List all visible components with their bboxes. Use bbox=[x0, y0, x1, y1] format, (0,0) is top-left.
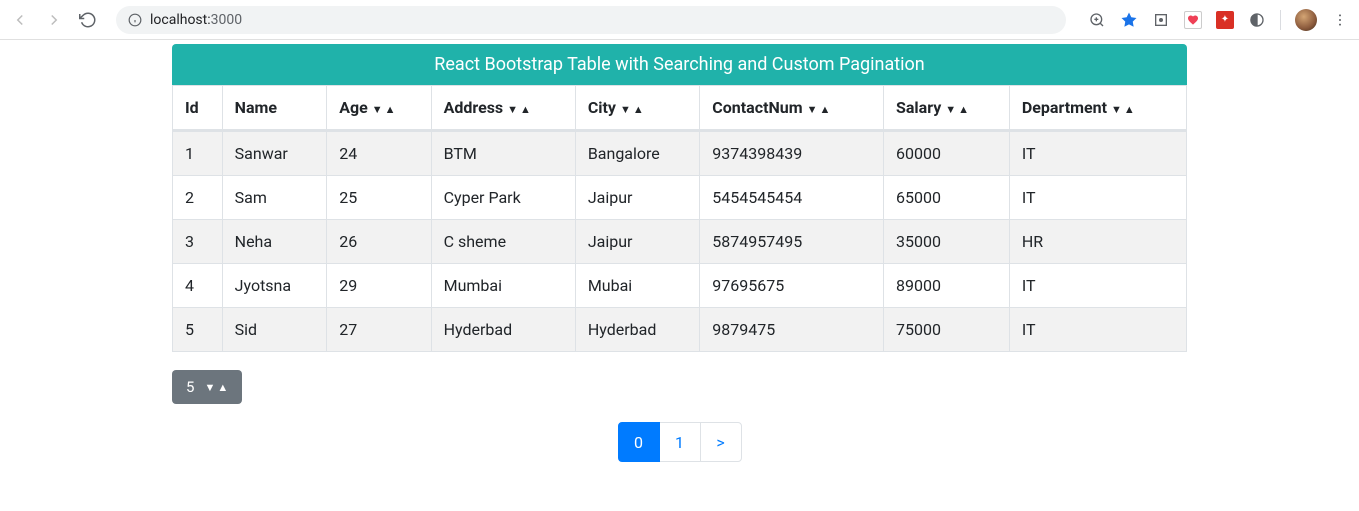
column-label: Salary bbox=[896, 98, 941, 117]
column-header-id: Id bbox=[173, 86, 223, 131]
cell-age: 27 bbox=[327, 308, 431, 352]
cell-id: 4 bbox=[173, 264, 223, 308]
table-row: 2Sam25Cyper ParkJaipur545454545465000IT bbox=[173, 176, 1187, 220]
column-label: Id bbox=[185, 98, 199, 117]
cell-dept: IT bbox=[1009, 176, 1186, 220]
cell-id: 5 bbox=[173, 308, 223, 352]
sort-arrows-icon: ▼▲ bbox=[620, 103, 644, 116]
cell-city: Jaipur bbox=[575, 220, 699, 264]
cell-salary: 65000 bbox=[884, 176, 1010, 220]
cell-dept: IT bbox=[1009, 131, 1186, 176]
column-header-age[interactable]: Age ▼▲ bbox=[327, 86, 431, 131]
cell-age: 25 bbox=[327, 176, 431, 220]
table-row: 5Sid27HyderbadHyderbad987947575000IT bbox=[173, 308, 1187, 352]
sort-arrows-icon: ▼▲ bbox=[372, 103, 396, 116]
toolbar-right: ✦ bbox=[1088, 9, 1349, 31]
column-label: Age bbox=[339, 98, 368, 117]
page-button-0[interactable]: 0 bbox=[618, 422, 660, 462]
sort-arrows-icon: ▼▲ bbox=[945, 103, 969, 116]
cell-address: Mumbai bbox=[431, 264, 575, 308]
cell-address: Cyper Park bbox=[431, 176, 575, 220]
column-header-department[interactable]: Department ▼▲ bbox=[1009, 86, 1186, 131]
cell-dept: IT bbox=[1009, 308, 1186, 352]
column-label: Address bbox=[444, 98, 504, 117]
cell-address: BTM bbox=[431, 131, 575, 176]
forward-button[interactable] bbox=[44, 10, 64, 30]
extension-moon-icon[interactable] bbox=[1248, 11, 1266, 29]
cell-name: Sid bbox=[222, 308, 327, 352]
column-label: ContactNum bbox=[712, 98, 802, 117]
cell-contact: 97695675 bbox=[700, 264, 884, 308]
extension-adblock-icon[interactable]: ✦ bbox=[1216, 11, 1234, 29]
cell-age: 26 bbox=[327, 220, 431, 264]
sort-arrows-icon: ▼▲ bbox=[807, 103, 831, 116]
cell-salary: 35000 bbox=[884, 220, 1010, 264]
info-icon bbox=[128, 13, 142, 27]
cell-city: Mubai bbox=[575, 264, 699, 308]
column-label: Name bbox=[235, 98, 277, 117]
cell-name: Neha bbox=[222, 220, 327, 264]
sort-arrows-icon: ▼▲ bbox=[1111, 103, 1135, 116]
cell-salary: 75000 bbox=[884, 308, 1010, 352]
cell-id: 3 bbox=[173, 220, 223, 264]
column-header-name: Name bbox=[222, 86, 327, 131]
cell-address: C sheme bbox=[431, 220, 575, 264]
menu-dots-icon[interactable] bbox=[1331, 11, 1349, 29]
page-next-button[interactable]: > bbox=[700, 422, 742, 462]
cell-contact: 5874957495 bbox=[700, 220, 884, 264]
column-header-contactnum[interactable]: ContactNum ▼▲ bbox=[700, 86, 884, 131]
back-button[interactable] bbox=[10, 10, 30, 30]
table-row: 3Neha26C shemeJaipur587495749535000HR bbox=[173, 220, 1187, 264]
column-header-city[interactable]: City ▼▲ bbox=[575, 86, 699, 131]
zoom-icon[interactable] bbox=[1088, 11, 1106, 29]
cell-name: Jyotsna bbox=[222, 264, 327, 308]
pagination: 0 1 > bbox=[172, 422, 1187, 462]
cell-dept: HR bbox=[1009, 220, 1186, 264]
profile-avatar[interactable] bbox=[1295, 9, 1317, 31]
cell-salary: 89000 bbox=[884, 264, 1010, 308]
cell-contact: 5454545454 bbox=[700, 176, 884, 220]
page-title: React Bootstrap Table with Searching and… bbox=[172, 44, 1187, 85]
column-label: Department bbox=[1022, 98, 1107, 117]
browser-toolbar: localhost:3000 ✦ bbox=[0, 0, 1359, 40]
toolbar-divider bbox=[1280, 10, 1281, 30]
address-bar[interactable]: localhost:3000 bbox=[116, 6, 1066, 34]
page-size-dropdown[interactable]: 5 ▼▲ bbox=[172, 370, 242, 404]
reload-button[interactable] bbox=[78, 10, 98, 30]
cell-id: 2 bbox=[173, 176, 223, 220]
cell-age: 24 bbox=[327, 131, 431, 176]
table-row: 4Jyotsna29MumbaiMubai9769567589000IT bbox=[173, 264, 1187, 308]
cell-salary: 60000 bbox=[884, 131, 1010, 176]
page-size-value: 5 bbox=[186, 378, 194, 396]
cell-age: 29 bbox=[327, 264, 431, 308]
column-label: City bbox=[588, 98, 616, 117]
column-header-address[interactable]: Address▼▲ bbox=[431, 86, 575, 131]
cell-id: 1 bbox=[173, 131, 223, 176]
bookmark-star-icon[interactable] bbox=[1120, 11, 1138, 29]
sort-arrows-icon: ▼▲ bbox=[507, 103, 531, 116]
cell-contact: 9879475 bbox=[700, 308, 884, 352]
column-header-salary[interactable]: Salary ▼▲ bbox=[884, 86, 1010, 131]
extension-pocket-icon[interactable] bbox=[1184, 11, 1202, 29]
cell-dept: IT bbox=[1009, 264, 1186, 308]
cell-name: Sanwar bbox=[222, 131, 327, 176]
cell-city: Hyderbad bbox=[575, 308, 699, 352]
extension-crop-icon[interactable] bbox=[1152, 11, 1170, 29]
cell-name: Sam bbox=[222, 176, 327, 220]
url-text: localhost:3000 bbox=[150, 12, 242, 28]
cell-contact: 9374398439 bbox=[700, 131, 884, 176]
page-button-1[interactable]: 1 bbox=[659, 422, 701, 462]
data-table: IdNameAge▼▲Address▼▲City▼▲ContactNum▼▲Sa… bbox=[172, 85, 1187, 352]
dropdown-arrows-icon: ▼▲ bbox=[204, 381, 228, 394]
table-row: 1Sanwar24BTMBangalore937439843960000IT bbox=[173, 131, 1187, 176]
page-content: React Bootstrap Table with Searching and… bbox=[162, 44, 1197, 462]
cell-city: Jaipur bbox=[575, 176, 699, 220]
cell-address: Hyderbad bbox=[431, 308, 575, 352]
cell-city: Bangalore bbox=[575, 131, 699, 176]
